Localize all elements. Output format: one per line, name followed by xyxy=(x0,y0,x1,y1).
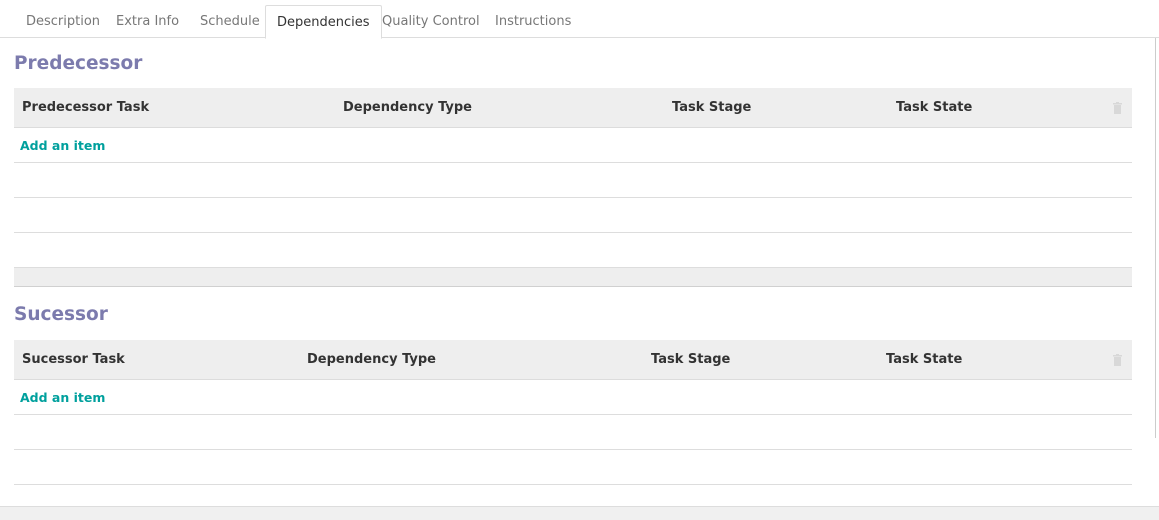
column-header-task-stage[interactable]: Task Stage xyxy=(651,340,730,380)
column-header-dependency-type[interactable]: Dependency Type xyxy=(343,88,472,128)
add-predecessor-item-link[interactable]: Add an item xyxy=(20,128,105,163)
table-row xyxy=(14,198,1132,233)
column-header-dependency-type[interactable]: Dependency Type xyxy=(307,340,436,380)
table-row xyxy=(14,450,1132,485)
table-row: Add an item xyxy=(14,128,1132,163)
predecessor-table-footer xyxy=(14,268,1132,287)
tab-instructions[interactable]: Instructions xyxy=(495,5,571,38)
column-header-task-state[interactable]: Task State xyxy=(896,88,972,128)
predecessor-title: Predecessor xyxy=(14,53,143,74)
successor-table: Sucessor Task Dependency Type Task Stage… xyxy=(14,340,1132,485)
trash-icon xyxy=(1113,354,1122,366)
table-row: Add an item xyxy=(14,380,1132,415)
successor-table-header: Sucessor Task Dependency Type Task Stage… xyxy=(14,340,1132,380)
column-header-predecessor-task[interactable]: Predecessor Task xyxy=(22,88,149,128)
table-row xyxy=(14,233,1132,268)
tab-schedule[interactable]: Schedule xyxy=(200,5,260,38)
notebook-tabs: Description Extra Info Schedule Dependen… xyxy=(0,0,1159,39)
tab-description[interactable]: Description xyxy=(26,5,100,38)
scrollbar-edge[interactable] xyxy=(1155,38,1156,438)
predecessor-table: Predecessor Task Dependency Type Task St… xyxy=(14,88,1132,287)
page-footer-bar xyxy=(0,506,1159,520)
tab-dependencies[interactable]: Dependencies xyxy=(265,5,382,39)
successor-title: Sucessor xyxy=(14,304,108,325)
table-row xyxy=(14,163,1132,198)
tab-extra-info[interactable]: Extra Info xyxy=(116,5,179,38)
trash-icon xyxy=(1113,102,1122,114)
column-header-task-state[interactable]: Task State xyxy=(886,340,962,380)
table-row xyxy=(14,415,1132,450)
predecessor-table-header: Predecessor Task Dependency Type Task St… xyxy=(14,88,1132,128)
add-successor-item-link[interactable]: Add an item xyxy=(20,380,105,415)
tab-quality-control[interactable]: Quality Control xyxy=(382,5,480,38)
column-header-successor-task[interactable]: Sucessor Task xyxy=(22,340,125,380)
column-header-task-stage[interactable]: Task Stage xyxy=(672,88,751,128)
